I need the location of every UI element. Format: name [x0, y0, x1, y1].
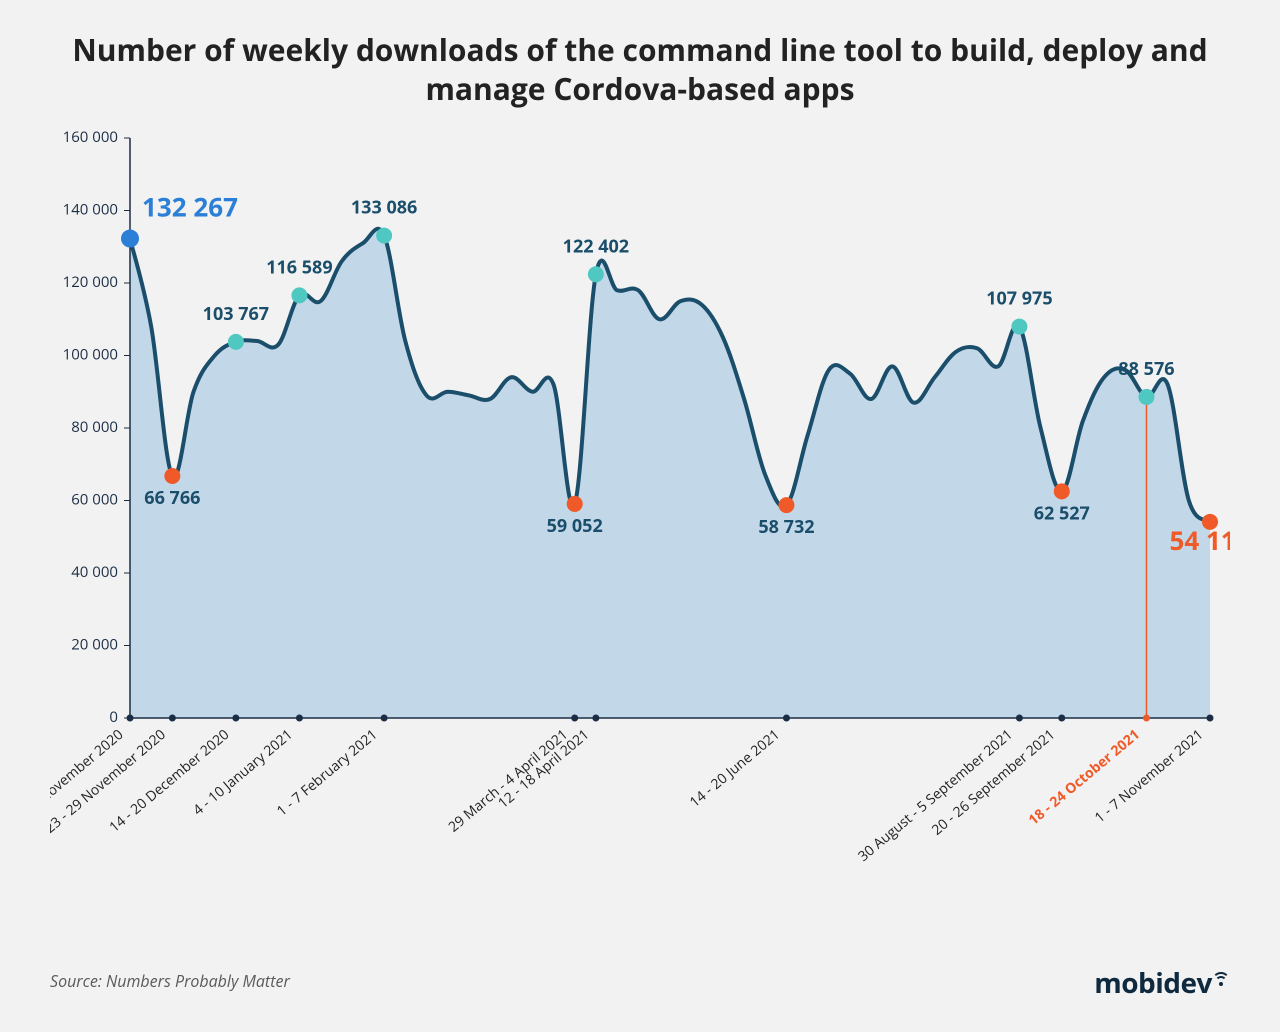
x-tick-label: 1 - 7 November 2021: [1091, 725, 1207, 827]
data-point: [228, 334, 244, 350]
data-point: [291, 287, 307, 303]
x-tick-dot: [232, 715, 239, 722]
data-point-label: 132 267: [142, 189, 238, 225]
y-tick-label: 140 000: [63, 200, 118, 220]
x-tick-dot: [1016, 715, 1023, 722]
x-tick-dot: [571, 715, 578, 722]
data-point: [1054, 483, 1070, 499]
y-tick-label: 20 000: [71, 635, 118, 655]
area-chart: 0 20 000 40 000 60 000 80 000 100 000 120 000 1…: [50, 128, 1230, 888]
data-point-label: 107 975: [986, 287, 1052, 311]
x-tick-label: 14 - 20 June 2021: [686, 725, 784, 811]
y-tick-label: 120 000: [63, 272, 118, 292]
y-tick-label: 100 000: [63, 345, 118, 365]
data-point: [778, 497, 794, 513]
data-point: [1138, 389, 1154, 405]
x-tick-dot: [169, 715, 176, 722]
x-tick-dot: [592, 715, 599, 722]
data-point-label: 116 589: [266, 255, 332, 279]
data-point-label: 122 402: [563, 234, 629, 258]
x-tick-dot: [1058, 715, 1065, 722]
data-point-label: 58 732: [758, 515, 814, 539]
data-point-label: 133 086: [351, 196, 417, 220]
data-point-label: 88 576: [1118, 357, 1174, 381]
data-point: [376, 228, 392, 244]
y-tick-label: 60 000: [71, 490, 118, 510]
source-text: Source: Numbers Probably Matter: [50, 970, 290, 992]
data-point-label: 66 766: [144, 486, 200, 510]
data-point: [1011, 319, 1027, 335]
chart-title: Number of weekly downloads of the comman…: [50, 30, 1230, 108]
x-tick-dot: [1207, 715, 1214, 722]
data-point: [588, 266, 604, 282]
y-tick-label: 80 000: [71, 417, 118, 437]
x-tick-dot: [127, 715, 134, 722]
x-tick-label: 29 March - 4 April 2021: [445, 725, 572, 836]
data-point-label: 103 767: [203, 302, 269, 326]
x-tick-dot: [1143, 715, 1150, 722]
y-tick-label: 0: [109, 707, 118, 727]
brand-logo: mobidev: [1094, 964, 1230, 1002]
x-tick-dot: [296, 715, 303, 722]
data-point: [121, 230, 139, 248]
data-point-label: 54 119: [1169, 522, 1230, 558]
y-tick-label: 40 000: [71, 562, 118, 582]
chart-container: 0 20 000 40 000 60 000 80 000 100 000 120 000 1…: [50, 128, 1230, 888]
data-point: [567, 496, 583, 512]
x-tick-dot: [381, 715, 388, 722]
data-point-label: 62 527: [1034, 501, 1090, 525]
data-point: [164, 468, 180, 484]
y-tick-label: 160 000: [63, 128, 118, 147]
brand-text: mobidev: [1094, 964, 1212, 1002]
data-point-label: 59 052: [547, 514, 603, 538]
x-tick-dot: [783, 715, 790, 722]
wifi-icon: [1212, 968, 1230, 986]
